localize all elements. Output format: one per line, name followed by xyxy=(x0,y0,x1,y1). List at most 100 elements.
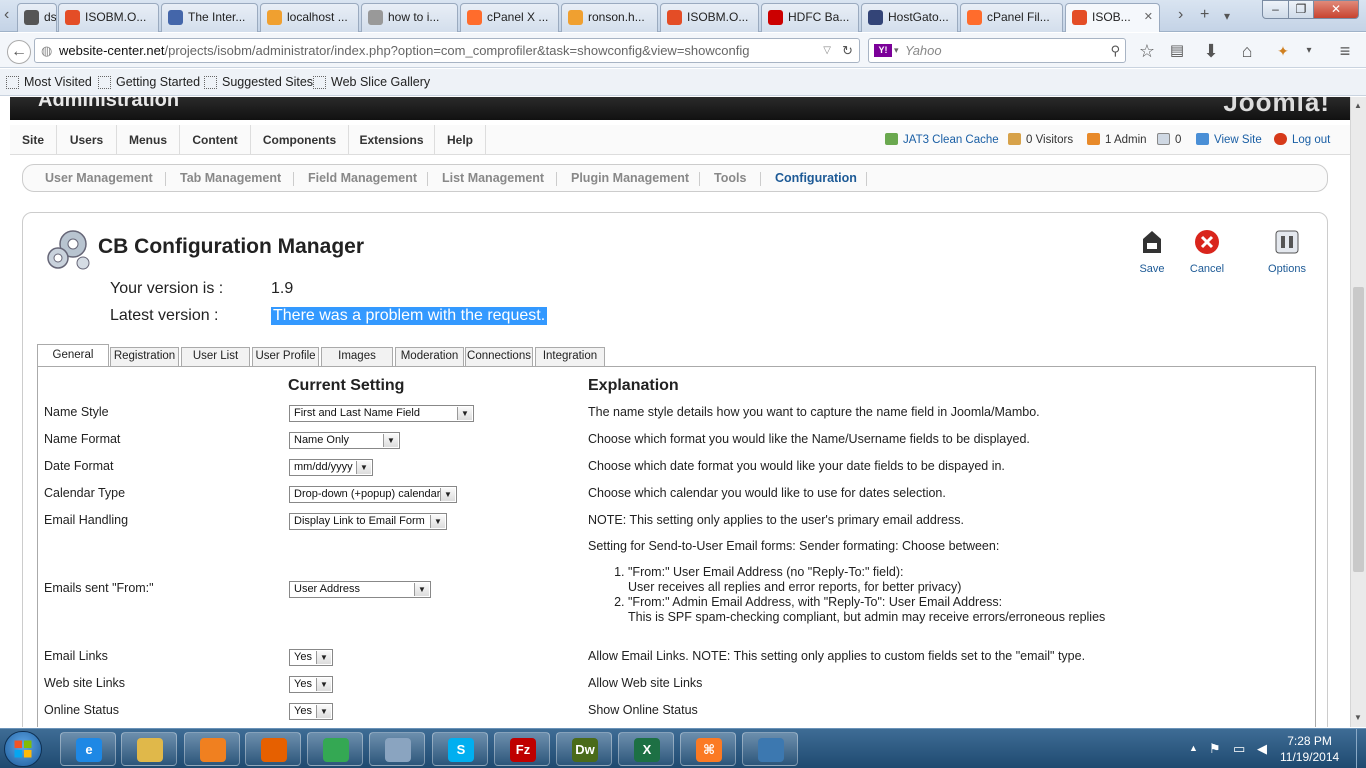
taskbar-app-button[interactable] xyxy=(184,732,240,766)
show-hidden-icons-icon[interactable]: ▲ xyxy=(1189,743,1198,753)
tab-connections[interactable]: Connections xyxy=(465,347,533,366)
search-icon[interactable]: ⚲ xyxy=(1110,39,1120,62)
network-icon[interactable]: ▭ xyxy=(1233,741,1245,757)
browser-tab[interactable]: how to i... xyxy=(361,3,458,32)
menu-menus[interactable]: Menus xyxy=(117,125,180,155)
bookmark-web-slice-gallery[interactable]: Web Slice Gallery xyxy=(313,75,430,89)
url-bar[interactable]: ◍ website-center.net/projects/isobm/admi… xyxy=(34,38,860,63)
menu-help[interactable]: Help xyxy=(435,125,486,155)
taskbar-app-button[interactable]: S xyxy=(432,732,488,766)
tab-scroll-right-icon[interactable]: › xyxy=(1178,6,1183,24)
bookmark-most-visited[interactable]: Most Visited xyxy=(6,75,92,89)
browser-tab[interactable]: cPanel Fil... xyxy=(960,3,1063,32)
name-style-select[interactable]: First and Last Name Field ▼ xyxy=(289,405,474,422)
menu-site[interactable]: Site xyxy=(10,125,57,155)
email-handling-select[interactable]: Display Link to Email Form ▼ xyxy=(289,513,447,530)
taskbar-app-button[interactable]: Fz xyxy=(494,732,550,766)
taskbar-app-button[interactable] xyxy=(245,732,301,766)
close-window-button[interactable]: ✕ xyxy=(1313,0,1359,19)
close-tab-icon[interactable]: ✕ xyxy=(1144,4,1153,30)
taskbar-app-button[interactable]: X xyxy=(618,732,674,766)
action-center-icon[interactable]: ⚑ xyxy=(1209,741,1221,757)
cancel-button[interactable]: Cancel xyxy=(1185,229,1229,275)
tab-registration[interactable]: Registration xyxy=(110,347,179,366)
browser-tab[interactable]: ronson.h... xyxy=(561,3,658,32)
scroll-up-icon[interactable]: ▲ xyxy=(1354,101,1362,110)
browser-tab[interactable]: ISOB... ✕ xyxy=(1065,3,1160,32)
back-icon[interactable]: ← xyxy=(7,40,31,64)
taskbar-app-button[interactable]: Dw xyxy=(556,732,612,766)
tab-general[interactable]: General xyxy=(37,344,109,366)
browser-tab[interactable]: ISOBM.O... xyxy=(660,3,759,32)
browser-tab[interactable]: The Inter... xyxy=(161,3,258,32)
show-desktop-button[interactable] xyxy=(1356,729,1366,768)
tab-images[interactable]: Images xyxy=(321,347,393,366)
submenu-tools[interactable]: Tools xyxy=(714,165,746,191)
calendar-type-select[interactable]: Drop-down (+popup) calendar ▼ xyxy=(289,486,457,503)
scrollbar-thumb[interactable] xyxy=(1353,287,1364,572)
menu-users[interactable]: Users xyxy=(57,125,117,155)
page-scrollbar[interactable]: ▲ ▼ xyxy=(1350,97,1366,727)
date-format-select[interactable]: mm/dd/yyyy ▼ xyxy=(289,459,373,476)
browser-tab[interactable]: HostGato... xyxy=(861,3,958,32)
search-bar[interactable]: Y! ▾ Yahoo ⚲ xyxy=(868,38,1126,63)
browser-tab[interactable]: ds ... xyxy=(17,3,57,32)
reading-list-icon[interactable]: ▤ xyxy=(1166,40,1188,62)
minimize-button[interactable]: – xyxy=(1262,0,1289,19)
submenu-user-management[interactable]: User Management xyxy=(45,165,153,191)
name-format-select[interactable]: Name Only ▼ xyxy=(289,432,400,449)
cancel-label: Cancel xyxy=(1189,263,1225,275)
menu-icon[interactable]: ≡ xyxy=(1334,40,1356,62)
emails-from-select[interactable]: User Address ▼ xyxy=(289,581,431,598)
tab-moderation[interactable]: Moderation xyxy=(395,347,464,366)
addon-dropdown-icon[interactable]: ▾ xyxy=(1298,40,1320,62)
bookmark-star-icon[interactable]: ☆ xyxy=(1136,40,1158,62)
options-button[interactable]: Options xyxy=(1265,229,1309,275)
bookmark-getting-started[interactable]: Getting Started xyxy=(98,75,200,89)
taskbar-app-button[interactable] xyxy=(307,732,363,766)
scroll-down-icon[interactable]: ▼ xyxy=(1354,713,1362,722)
menu-extensions[interactable]: Extensions xyxy=(349,125,435,155)
browser-tab[interactable]: HDFC Ba... xyxy=(761,3,859,32)
email-links-select[interactable]: Yes ▼ xyxy=(289,649,333,666)
submenu-plugin-management[interactable]: Plugin Management xyxy=(571,165,689,191)
maximize-button[interactable]: ❐ xyxy=(1288,0,1314,19)
website-links-select[interactable]: Yes ▼ xyxy=(289,676,333,693)
logout-link[interactable]: Log out xyxy=(1274,133,1330,146)
volume-icon[interactable]: ◀ xyxy=(1257,741,1267,757)
new-tab-icon[interactable]: + xyxy=(1200,6,1209,24)
addon-icon[interactable]: ✦ xyxy=(1272,40,1294,62)
online-status-select[interactable]: Yes ▼ xyxy=(289,703,333,720)
view-site-link[interactable]: View Site xyxy=(1196,133,1262,146)
tab-user-list[interactable]: User List xyxy=(181,347,250,366)
submenu-list-management[interactable]: List Management xyxy=(442,165,544,191)
browser-tab[interactable]: ISOBM.O... xyxy=(58,3,159,32)
submenu-field-management[interactable]: Field Management xyxy=(308,165,417,191)
search-engine-dropdown-icon[interactable]: ▾ xyxy=(894,39,899,62)
tab-integration[interactable]: Integration xyxy=(535,347,605,366)
start-button[interactable] xyxy=(4,731,42,767)
menu-components[interactable]: Components xyxy=(251,125,349,155)
taskbar-app-button[interactable] xyxy=(369,732,425,766)
browser-tab[interactable]: localhost ... xyxy=(260,3,359,32)
save-button[interactable]: Save xyxy=(1135,229,1169,275)
home-icon[interactable]: ⌂ xyxy=(1236,40,1258,62)
taskbar-app-button[interactable]: ⌘ xyxy=(680,732,736,766)
clean-cache-link[interactable]: JAT3 Clean Cache xyxy=(885,133,999,146)
tab-scroll-left-icon[interactable]: ‹ xyxy=(4,6,9,24)
taskbar-app-button[interactable] xyxy=(121,732,177,766)
tab-list-icon[interactable]: ▾ xyxy=(1224,9,1230,23)
reload-icon[interactable]: ↻ xyxy=(842,39,853,62)
taskbar-app-button[interactable] xyxy=(742,732,798,766)
browser-tab[interactable]: cPanel X ... xyxy=(460,3,559,32)
tab-user-profile[interactable]: User Profile xyxy=(252,347,319,366)
submenu-tab-management[interactable]: Tab Management xyxy=(180,165,281,191)
submenu-configuration[interactable]: Configuration xyxy=(775,165,857,191)
url-dropdown-icon[interactable]: ▽ xyxy=(823,39,831,62)
menu-content[interactable]: Content xyxy=(180,125,251,155)
taskbar-app-button[interactable]: e xyxy=(60,732,116,766)
clock[interactable]: 7:28 PM 11/19/2014 xyxy=(1280,733,1339,765)
bookmark-suggested-sites[interactable]: Suggested Sites xyxy=(204,75,313,89)
downloads-icon[interactable]: ⬇ xyxy=(1200,40,1222,62)
messages-count[interactable]: 0 xyxy=(1157,133,1181,146)
